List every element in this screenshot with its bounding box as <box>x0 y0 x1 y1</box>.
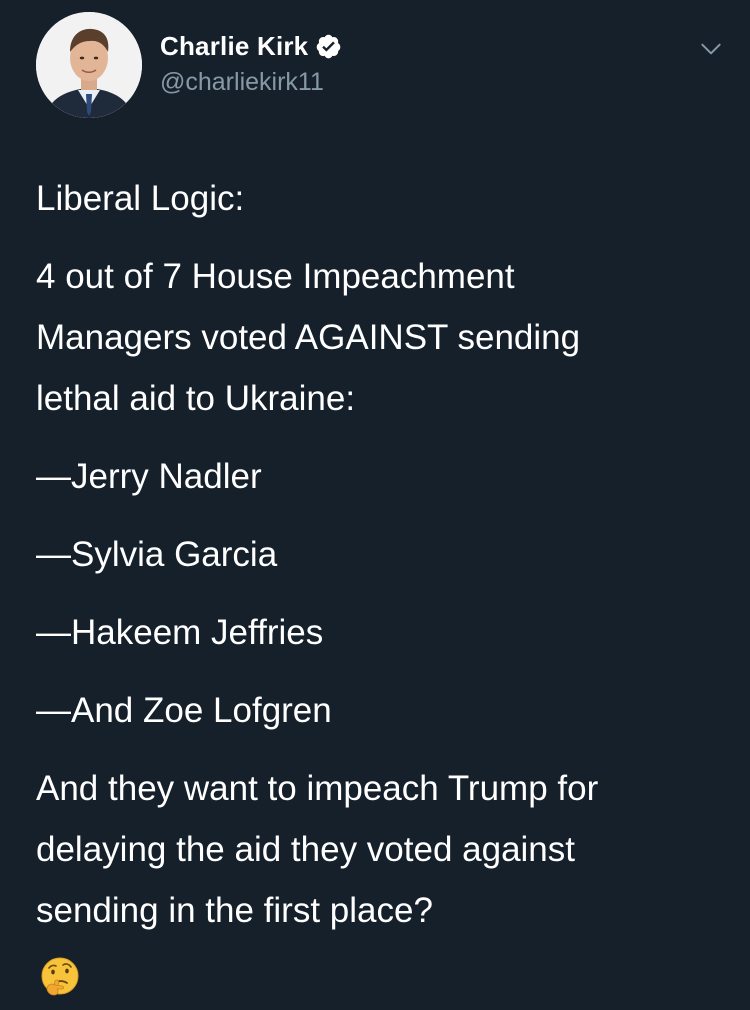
tweet-line: —And Zoe Lofgren <box>36 691 332 730</box>
author-avatar[interactable] <box>36 12 142 118</box>
chevron-down-icon[interactable] <box>698 36 724 62</box>
author-display-name[interactable]: Charlie Kirk <box>160 31 308 62</box>
tweet-list-item: —Hakeem Jeffries <box>36 602 726 663</box>
author-name-row: Charlie Kirk <box>160 28 342 64</box>
tweet-line: —Hakeem Jeffries <box>36 613 324 652</box>
tweet-paragraph-intro: Liberal Logic: <box>36 168 726 229</box>
tweet-line: And they want to impeach Trump for <box>36 769 599 808</box>
tweet-list-item: —And Zoe Lofgren <box>36 680 726 741</box>
tweet-line: Managers voted AGAINST sending <box>36 318 581 357</box>
tweet-list-item: —Jerry Nadler <box>36 446 726 507</box>
tweet-header: Charlie Kirk @charliekirk11 <box>36 12 726 122</box>
verified-badge-icon <box>317 34 341 58</box>
tweet-line: —Jerry Nadler <box>36 457 262 496</box>
tweet-paragraph-claim: 4 out of 7 House Impeachment Managers vo… <box>36 246 726 429</box>
tweet-card: Charlie Kirk @charliekirk11 Liberal Logi… <box>0 0 750 1010</box>
tweet-list-item: —Sylvia Garcia <box>36 524 726 585</box>
tweet-line: delaying the aid they voted against <box>36 830 575 869</box>
tweet-line: 4 out of 7 House Impeachment <box>36 257 515 296</box>
tweet-line: Liberal Logic: <box>36 179 245 218</box>
tweet-line: —Sylvia Garcia <box>36 535 278 574</box>
tweet-line: lethal aid to Ukraine: <box>36 379 356 418</box>
author-handle[interactable]: @charliekirk11 <box>160 68 342 97</box>
tweet-line: sending in the first place? <box>36 891 433 930</box>
author-identity[interactable]: Charlie Kirk @charliekirk11 <box>160 28 342 97</box>
tweet-paragraph-conclusion: And they want to impeach Trump for delay… <box>36 758 726 941</box>
thinking-face-emoji-icon <box>41 957 79 996</box>
tweet-text: Liberal Logic: 4 out of 7 House Impeachm… <box>36 168 726 958</box>
